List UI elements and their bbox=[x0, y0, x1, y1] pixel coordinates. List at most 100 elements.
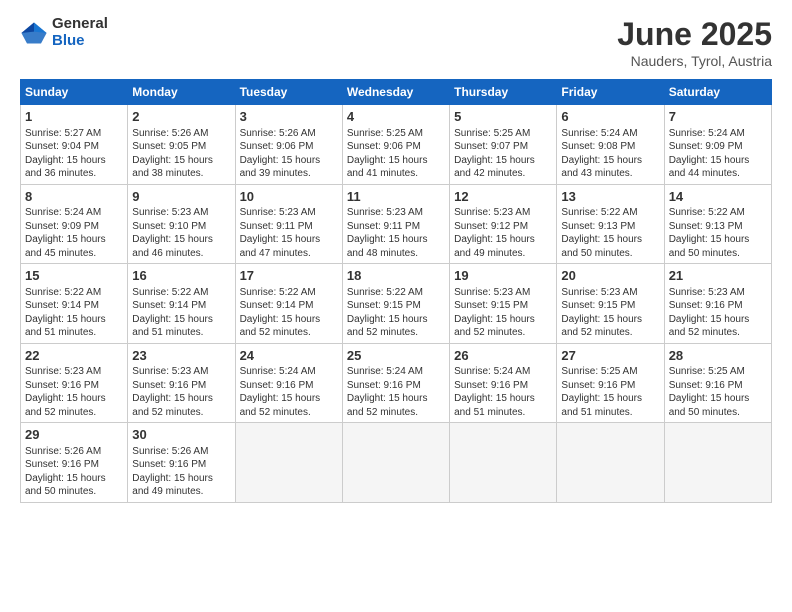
logo-icon bbox=[20, 19, 48, 47]
calendar-cell: 11Sunrise: 5:23 AMSunset: 9:11 PMDayligh… bbox=[342, 184, 449, 264]
day-number: 18 bbox=[347, 267, 445, 285]
day-number: 2 bbox=[132, 108, 230, 126]
calendar-week-4: 22Sunrise: 5:23 AMSunset: 9:16 PMDayligh… bbox=[21, 343, 772, 423]
logo-blue-text: Blue bbox=[52, 33, 108, 50]
day-info-line: and 50 minutes. bbox=[669, 406, 767, 420]
day-info-line: Daylight: 15 hours bbox=[347, 313, 445, 327]
day-info-line: Sunset: 9:16 PM bbox=[132, 379, 230, 393]
calendar-cell: 25Sunrise: 5:24 AMSunset: 9:16 PMDayligh… bbox=[342, 343, 449, 423]
day-info-line: and 46 minutes. bbox=[132, 247, 230, 261]
calendar-cell: 24Sunrise: 5:24 AMSunset: 9:16 PMDayligh… bbox=[235, 343, 342, 423]
day-info-line: and 52 minutes. bbox=[454, 326, 552, 340]
day-info-line: Sunset: 9:07 PM bbox=[454, 140, 552, 154]
day-info-line: Daylight: 15 hours bbox=[561, 392, 659, 406]
day-number: 16 bbox=[132, 267, 230, 285]
day-info-line: Sunrise: 5:24 AM bbox=[240, 365, 338, 379]
day-info-line: Daylight: 15 hours bbox=[669, 233, 767, 247]
day-info-line: and 52 minutes. bbox=[347, 326, 445, 340]
day-number: 7 bbox=[669, 108, 767, 126]
calendar-cell: 20Sunrise: 5:23 AMSunset: 9:15 PMDayligh… bbox=[557, 264, 664, 344]
calendar-cell: 2Sunrise: 5:26 AMSunset: 9:05 PMDaylight… bbox=[128, 105, 235, 185]
calendar-thead: SundayMondayTuesdayWednesdayThursdayFrid… bbox=[21, 80, 772, 105]
day-info-line: Daylight: 15 hours bbox=[132, 392, 230, 406]
day-info-line: Daylight: 15 hours bbox=[132, 233, 230, 247]
day-info-line: Sunrise: 5:24 AM bbox=[25, 206, 123, 220]
calendar-cell: 22Sunrise: 5:23 AMSunset: 9:16 PMDayligh… bbox=[21, 343, 128, 423]
calendar-cell bbox=[557, 423, 664, 503]
day-info-line: Sunset: 9:16 PM bbox=[669, 299, 767, 313]
page: General Blue June 2025 Nauders, Tyrol, A… bbox=[0, 0, 792, 612]
calendar-cell: 7Sunrise: 5:24 AMSunset: 9:09 PMDaylight… bbox=[664, 105, 771, 185]
calendar-week-1: 1Sunrise: 5:27 AMSunset: 9:04 PMDaylight… bbox=[21, 105, 772, 185]
day-info-line: Sunset: 9:14 PM bbox=[132, 299, 230, 313]
day-info-line: Sunrise: 5:23 AM bbox=[240, 206, 338, 220]
calendar-cell: 13Sunrise: 5:22 AMSunset: 9:13 PMDayligh… bbox=[557, 184, 664, 264]
day-info-line: Sunrise: 5:26 AM bbox=[25, 445, 123, 459]
day-info-line: Sunset: 9:04 PM bbox=[25, 140, 123, 154]
day-number: 3 bbox=[240, 108, 338, 126]
weekday-header-saturday: Saturday bbox=[664, 80, 771, 105]
day-info-line: Sunrise: 5:22 AM bbox=[561, 206, 659, 220]
day-number: 29 bbox=[25, 426, 123, 444]
day-info-line: Daylight: 15 hours bbox=[25, 154, 123, 168]
day-info-line: and 50 minutes. bbox=[25, 485, 123, 499]
day-info-line: Sunset: 9:08 PM bbox=[561, 140, 659, 154]
calendar-cell: 28Sunrise: 5:25 AMSunset: 9:16 PMDayligh… bbox=[664, 343, 771, 423]
day-info-line: Daylight: 15 hours bbox=[347, 392, 445, 406]
day-info-line: Sunset: 9:15 PM bbox=[347, 299, 445, 313]
day-info-line: Sunset: 9:16 PM bbox=[25, 458, 123, 472]
day-number: 9 bbox=[132, 188, 230, 206]
logo: General Blue bbox=[20, 16, 108, 49]
calendar-cell: 26Sunrise: 5:24 AMSunset: 9:16 PMDayligh… bbox=[450, 343, 557, 423]
day-number: 1 bbox=[25, 108, 123, 126]
day-info-line: Sunset: 9:16 PM bbox=[25, 379, 123, 393]
weekday-header-monday: Monday bbox=[128, 80, 235, 105]
day-info-line: Daylight: 15 hours bbox=[347, 154, 445, 168]
weekday-header-sunday: Sunday bbox=[21, 80, 128, 105]
day-info-line: and 50 minutes. bbox=[561, 247, 659, 261]
day-info-line: and 44 minutes. bbox=[669, 167, 767, 181]
day-info-line: and 48 minutes. bbox=[347, 247, 445, 261]
day-info-line: Daylight: 15 hours bbox=[25, 313, 123, 327]
day-number: 13 bbox=[561, 188, 659, 206]
day-info-line: Sunrise: 5:26 AM bbox=[132, 127, 230, 141]
day-info-line: Sunrise: 5:23 AM bbox=[669, 286, 767, 300]
calendar-cell: 29Sunrise: 5:26 AMSunset: 9:16 PMDayligh… bbox=[21, 423, 128, 503]
day-number: 15 bbox=[25, 267, 123, 285]
day-info-line: Sunset: 9:12 PM bbox=[454, 220, 552, 234]
calendar-cell: 17Sunrise: 5:22 AMSunset: 9:14 PMDayligh… bbox=[235, 264, 342, 344]
day-info-line: and 50 minutes. bbox=[669, 247, 767, 261]
day-number: 19 bbox=[454, 267, 552, 285]
day-info-line: Sunrise: 5:26 AM bbox=[240, 127, 338, 141]
day-info-line: Daylight: 15 hours bbox=[454, 313, 552, 327]
day-number: 5 bbox=[454, 108, 552, 126]
title-area: June 2025 Nauders, Tyrol, Austria bbox=[617, 16, 772, 69]
day-info-line: Sunrise: 5:25 AM bbox=[454, 127, 552, 141]
calendar-cell: 9Sunrise: 5:23 AMSunset: 9:10 PMDaylight… bbox=[128, 184, 235, 264]
day-info-line: Sunrise: 5:23 AM bbox=[454, 206, 552, 220]
calendar-cell: 19Sunrise: 5:23 AMSunset: 9:15 PMDayligh… bbox=[450, 264, 557, 344]
day-info-line: Sunset: 9:05 PM bbox=[132, 140, 230, 154]
day-info-line: Sunset: 9:09 PM bbox=[25, 220, 123, 234]
day-number: 28 bbox=[669, 347, 767, 365]
day-info-line: and 36 minutes. bbox=[25, 167, 123, 181]
day-number: 30 bbox=[132, 426, 230, 444]
day-number: 24 bbox=[240, 347, 338, 365]
calendar-cell: 18Sunrise: 5:22 AMSunset: 9:15 PMDayligh… bbox=[342, 264, 449, 344]
day-info-line: Sunrise: 5:23 AM bbox=[25, 365, 123, 379]
day-info-line: and 45 minutes. bbox=[25, 247, 123, 261]
day-info-line: Sunset: 9:15 PM bbox=[454, 299, 552, 313]
calendar-cell: 5Sunrise: 5:25 AMSunset: 9:07 PMDaylight… bbox=[450, 105, 557, 185]
day-info-line: Sunset: 9:16 PM bbox=[132, 458, 230, 472]
header: General Blue June 2025 Nauders, Tyrol, A… bbox=[20, 16, 772, 69]
calendar-cell: 14Sunrise: 5:22 AMSunset: 9:13 PMDayligh… bbox=[664, 184, 771, 264]
day-info-line: Sunrise: 5:24 AM bbox=[669, 127, 767, 141]
day-info-line: Daylight: 15 hours bbox=[240, 392, 338, 406]
calendar-table: SundayMondayTuesdayWednesdayThursdayFrid… bbox=[20, 79, 772, 503]
day-number: 25 bbox=[347, 347, 445, 365]
day-number: 20 bbox=[561, 267, 659, 285]
day-info-line: Sunrise: 5:23 AM bbox=[561, 286, 659, 300]
day-info-line: and 39 minutes. bbox=[240, 167, 338, 181]
day-info-line: and 52 minutes. bbox=[561, 326, 659, 340]
day-info-line: Sunset: 9:16 PM bbox=[561, 379, 659, 393]
